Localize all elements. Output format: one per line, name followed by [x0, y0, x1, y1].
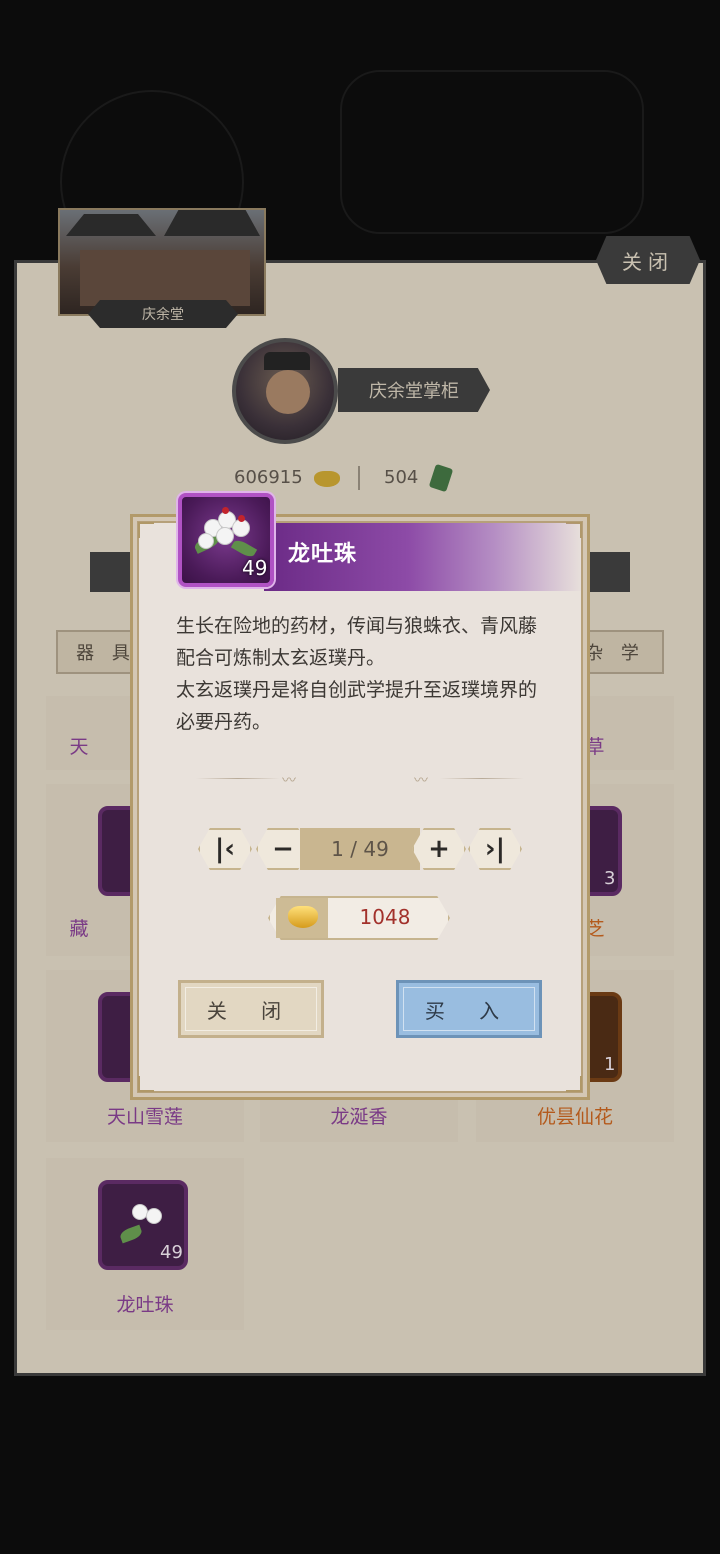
corner-ornament	[566, 1076, 582, 1092]
price-value: 1048	[359, 905, 411, 929]
currency-divider	[358, 466, 360, 490]
item-owned-count: 49	[242, 556, 268, 580]
shop-name-label: 庆余堂	[88, 300, 238, 328]
hat	[264, 352, 310, 370]
quantity-display: 1 / 49	[300, 828, 420, 870]
divider	[196, 778, 280, 779]
item-name: 龙涎香	[330, 1106, 388, 1128]
gold-ingot-icon	[288, 906, 318, 928]
button-inner-border	[185, 987, 317, 1031]
plus-icon: +	[428, 834, 450, 864]
gold-ingot-icon	[314, 471, 340, 487]
background-decoration	[340, 70, 644, 234]
face	[266, 370, 310, 414]
item-name: 天山雪莲	[106, 1106, 183, 1128]
petal	[198, 533, 214, 549]
gold-amount: 606915	[234, 467, 303, 488]
shopkeeper-avatar	[232, 338, 338, 444]
leaf	[118, 1224, 144, 1244]
close-button[interactable]: 关 闭	[178, 980, 324, 1038]
shop-roof	[66, 214, 156, 236]
skip-to-last-icon: ›|	[484, 834, 506, 864]
shopkeeper-title: 庆余堂掌柜	[338, 368, 490, 412]
item-description: 生长在险地的药材，传闻与狼蛛衣、青风藤配合可炼制太玄返璞丹。 太玄返璞丹是将自创…	[176, 610, 548, 738]
minus-icon: −	[272, 834, 294, 864]
modal-title: 龙吐珠	[288, 542, 358, 567]
grid-item[interactable]: 49 龙吐珠	[46, 1158, 244, 1330]
panel-close-button[interactable]: 关闭	[596, 236, 700, 284]
description-line: 太玄返璞丹是将自创武学提升至返璞境界的必要丹药。	[176, 679, 538, 733]
petal	[216, 527, 234, 545]
red-bud	[222, 507, 229, 514]
item-name: 龙吐珠	[116, 1294, 174, 1316]
shop-building	[80, 250, 250, 306]
corner-ornament	[138, 1076, 154, 1092]
shop-roof	[164, 210, 260, 236]
item-count: 1	[604, 1054, 616, 1075]
button-inner-border	[403, 987, 535, 1031]
red-bud	[238, 515, 245, 522]
item-count: 3	[604, 868, 616, 889]
corner-ornament	[138, 522, 154, 538]
item-name: 优昙仙花	[536, 1106, 613, 1128]
item-count: 49	[160, 1242, 183, 1263]
description-line: 生长在险地的药材，传闻与狼蛛衣、青风藤配合可炼制太玄返璞丹。	[176, 615, 538, 669]
shop-image	[58, 208, 266, 316]
divider-flourish: 〰	[282, 773, 296, 789]
buy-button[interactable]: 买 入	[396, 980, 542, 1038]
divider-flourish: 〰	[414, 773, 428, 789]
skip-to-first-icon: |‹	[214, 834, 236, 864]
divider	[440, 778, 524, 779]
petal	[146, 1208, 162, 1224]
jade-amount: 504	[384, 467, 419, 488]
